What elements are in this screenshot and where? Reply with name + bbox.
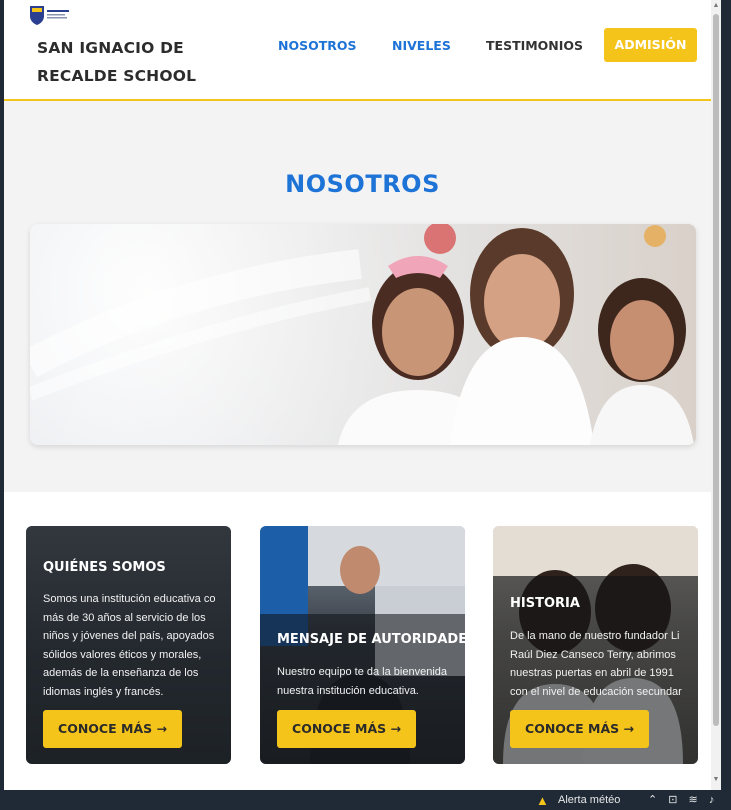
nav-nosotros[interactable]: NOSOTROS [278, 38, 357, 53]
scroll-up-icon[interactable]: ▲ [712, 2, 720, 10]
card-text: Somos una institución educativa co más d… [43, 593, 216, 698]
card-text: De la mano de nuestro fundador Li Raúl D… [510, 630, 682, 698]
vertical-scrollbar[interactable]: ▲ ▼ [711, 0, 721, 790]
scrollbar-thumb[interactable] [713, 14, 719, 726]
card-historia[interactable]: HISTORIA De la mano de nuestro fundador … [493, 526, 698, 764]
card-title: HISTORIA [510, 596, 580, 611]
nav-testimonios[interactable]: TESTIMONIOS [486, 38, 583, 53]
nav-niveles[interactable]: NIVELES [392, 38, 451, 53]
taskbar: ▲ Alerta météo ⌃ ⊡ ≋ ♪ [0, 790, 731, 810]
site-name[interactable]: SAN IGNACIO DE RECALDE SCHOOL [37, 34, 227, 90]
browser-viewport: SAN IGNACIO DE RECALDE SCHOOL NOSOTROS N… [4, 0, 721, 790]
site-header: SAN IGNACIO DE RECALDE SCHOOL NOSOTROS N… [4, 0, 721, 101]
scroll-down-icon[interactable]: ▼ [712, 776, 720, 784]
conoce-mas-button[interactable]: CONOCE MÁS → [43, 710, 182, 748]
card-title: QUIÉNES SOMOS [43, 560, 166, 575]
hero-image [30, 224, 696, 445]
weather-alert[interactable]: Alerta météo [558, 794, 620, 806]
admision-button[interactable]: ADMISIÓN [604, 28, 697, 62]
conoce-mas-button[interactable]: CONOCE MÁS → [510, 710, 649, 748]
students-photo [30, 224, 696, 445]
conoce-mas-button[interactable]: CONOCE MÁS → [277, 710, 416, 748]
card-text: Nuestro equipo te da la bienvenida nuest… [277, 666, 448, 697]
card-quienes-somos[interactable]: QUIÉNES SOMOS Somos una institución educ… [26, 526, 231, 764]
card-mensaje-autoridades[interactable]: MENSAJE DE AUTORIDADE Nuestro equipo te … [260, 526, 465, 764]
card-title: MENSAJE DE AUTORIDADE [277, 632, 465, 647]
school-logo[interactable] [28, 4, 72, 26]
page-title: NOSOTROS [285, 170, 440, 198]
system-tray-icons[interactable]: ⌃ ⊡ ≋ ♪ [648, 793, 718, 806]
warning-icon[interactable]: ▲ [536, 793, 549, 808]
